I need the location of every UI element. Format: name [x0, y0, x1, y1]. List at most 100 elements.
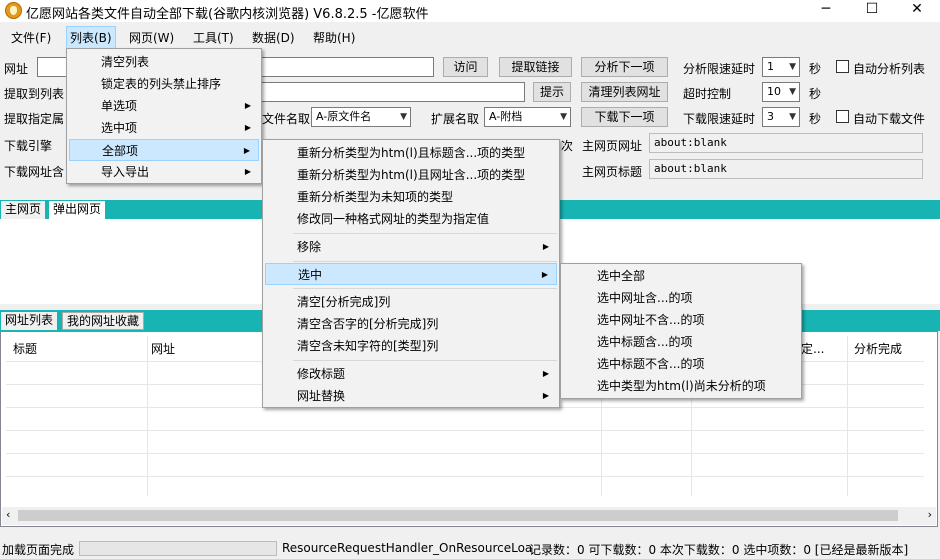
main-title-label: 主网页标题 — [582, 165, 643, 179]
menu-item-reanalyze-url[interactable]: 重新分析类型为htm(l)且网址含...项的类型 — [265, 164, 557, 186]
analyze-next-button[interactable]: 分析下一项 — [581, 57, 668, 77]
menu-item-clear-unknown-type[interactable]: 清空含未知字符的[类型]列 — [265, 335, 557, 357]
analyze-speed-select[interactable]: 1 ▼ — [762, 57, 800, 77]
scrollbar-thumb[interactable] — [18, 510, 898, 521]
menu-separator — [293, 261, 557, 262]
close-button[interactable]: ✕ — [894, 0, 940, 20]
extract-input[interactable] — [260, 82, 525, 102]
column-header-analyzed[interactable]: 分析完成 — [854, 340, 902, 357]
seconds-label: 秒 — [809, 62, 822, 76]
chevron-down-icon: ▼ — [560, 112, 567, 122]
column-header-url[interactable]: 网址 — [151, 340, 175, 357]
auto-analyze-checkbox[interactable] — [836, 60, 849, 73]
menu-help[interactable]: 帮助(H) — [313, 29, 355, 46]
menu-item-reanalyze-title[interactable]: 重新分析类型为htm(l)且标题含...项的类型 — [265, 142, 557, 164]
tab-url-list[interactable]: 网址列表 — [1, 312, 58, 330]
menu-item-lock-header[interactable]: 锁定表的列头禁止排序 — [69, 73, 259, 95]
download-speed-label: 下载限速延时 — [683, 112, 756, 126]
menu-item-clear-analyzed[interactable]: 清空[分析完成]列 — [265, 291, 557, 313]
chevron-down-icon: ▼ — [789, 112, 796, 122]
seconds-label: 秒 — [809, 87, 822, 101]
clean-list-url-button[interactable]: 清理列表网址 — [581, 82, 668, 102]
scroll-right-icon[interactable]: › — [928, 508, 932, 521]
submenu-arrow-icon: ▶ — [244, 167, 251, 176]
maximize-button[interactable]: ☐ — [849, 0, 895, 20]
menu-item-single-item[interactable]: 单选项 ▶ — [69, 95, 259, 117]
main-title-field[interactable]: about:blank — [649, 159, 923, 179]
tab-main-page[interactable]: 主网页 — [1, 201, 46, 219]
menu-data[interactable]: 数据(D) — [252, 29, 295, 46]
auto-analyze-label: 自动分析列表 — [853, 62, 926, 76]
timeout-label: 超时控制 — [683, 87, 732, 101]
chevron-down-icon: ▼ — [789, 87, 796, 97]
status-stats: 记录数：0 可下载数：0 本次下载数：0 选中项数：0 [已经是最新版本] — [529, 543, 909, 557]
menu-item-select[interactable]: 选中 ▶ — [265, 263, 557, 285]
menu-item-reanalyze-unknown[interactable]: 重新分析类型为未知项的类型 — [265, 186, 557, 208]
app-logo-icon — [5, 2, 22, 19]
extension-select[interactable]: A-附档 ▼ — [484, 107, 571, 127]
menu-item-select-title-contains[interactable]: 选中标题含...的项 — [563, 331, 799, 353]
status-text: 加载页面完成 — [2, 543, 75, 557]
menu-separator — [293, 233, 557, 234]
extension-label: 扩展名取 — [431, 112, 480, 126]
menu-list[interactable]: 列表(B) — [66, 26, 116, 49]
select-submenu: 选中全部 选中网址含...的项 选中网址不含...的项 选中标题含...的项 选… — [560, 263, 802, 399]
menu-item-selected-items[interactable]: 选中项 ▶ — [69, 117, 259, 139]
menu-item-select-all[interactable]: 选中全部 — [563, 265, 799, 287]
submenu-arrow-icon: ▶ — [244, 101, 251, 110]
filename-label: 文件名取 — [262, 112, 311, 126]
submenu-arrow-icon: ▶ — [542, 242, 549, 251]
minimize-button[interactable]: ─ — [803, 0, 849, 20]
menu-item-clear-no-analyzed[interactable]: 清空含否字的[分析完成]列 — [265, 313, 557, 335]
horizontal-scrollbar[interactable]: ‹ › — [2, 507, 936, 525]
menu-web[interactable]: 网页(W) — [129, 29, 174, 46]
tip-button[interactable]: 提示 — [533, 82, 571, 102]
filename-select[interactable]: A-原文件名 ▼ — [311, 107, 411, 127]
scroll-left-icon[interactable]: ‹ — [6, 508, 10, 521]
extract-attr-label: 提取指定属 — [4, 112, 65, 126]
url-label: 网址 — [4, 62, 29, 76]
visit-button[interactable]: 访问 — [443, 57, 488, 77]
auto-download-label: 自动下载文件 — [853, 112, 926, 126]
menu-item-remove[interactable]: 移除 ▶ — [265, 236, 557, 258]
grid-line — [6, 430, 924, 431]
analyze-speed-label: 分析限速延时 — [683, 62, 756, 76]
auto-download-checkbox[interactable] — [836, 110, 849, 123]
menu-item-all-items[interactable]: 全部项 ▶ — [69, 139, 259, 161]
partial-text: 次 — [561, 139, 574, 153]
menu-item-modify-title[interactable]: 修改标题 ▶ — [265, 363, 557, 385]
chevron-down-icon: ▼ — [789, 62, 796, 72]
column-header-title[interactable]: 标题 — [13, 340, 37, 357]
column-header-setting[interactable]: 定... — [801, 340, 824, 357]
main-url-field[interactable]: about:blank — [649, 133, 923, 153]
chevron-down-icon: ▼ — [400, 112, 407, 122]
tab-my-favorites[interactable]: 我的网址收藏 — [62, 312, 145, 330]
menu-file[interactable]: 文件(F) — [11, 29, 51, 46]
submenu-arrow-icon: ▶ — [541, 270, 548, 279]
menu-separator — [293, 288, 557, 289]
grid-line — [147, 336, 148, 496]
menu-item-select-htm-unanalyzed[interactable]: 选中类型为htm(l)尚未分析的项 — [563, 375, 799, 397]
menu-item-clear-list[interactable]: 清空列表 — [69, 51, 259, 73]
submenu-arrow-icon: ▶ — [542, 391, 549, 400]
menu-item-select-url-not-contains[interactable]: 选中网址不含...的项 — [563, 309, 799, 331]
submenu-arrow-icon: ▶ — [542, 369, 549, 378]
menu-item-select-url-contains[interactable]: 选中网址含...的项 — [563, 287, 799, 309]
progress-bar — [79, 541, 277, 556]
timeout-select[interactable]: 10 ▼ — [762, 82, 800, 102]
extract-to-list-label: 提取到列表 — [4, 87, 65, 101]
extract-links-button[interactable]: 提取链接 — [499, 57, 572, 77]
menu-item-select-title-not-contains[interactable]: 选中标题不含...的项 — [563, 353, 799, 375]
download-speed-select[interactable]: 3 ▼ — [762, 107, 800, 127]
menu-item-modify-type[interactable]: 修改同一种格式网址的类型为指定值 — [265, 208, 557, 230]
status-message: ResourceRequestHandler_OnResourceLoa — [282, 541, 533, 555]
menu-item-url-replace[interactable]: 网址替换 ▶ — [265, 385, 557, 407]
download-next-button[interactable]: 下载下一项 — [581, 107, 668, 127]
tab-popup-page[interactable]: 弹出网页 — [49, 201, 106, 219]
window-title: 亿愿网站各类文件自动全部下载(谷歌内核浏览器) V6.8.2.5 -亿愿软件 — [26, 7, 429, 22]
status-bar: 加载页面完成 ResourceRequestHandler_OnResource… — [0, 540, 940, 559]
menu-tools[interactable]: 工具(T) — [193, 29, 234, 46]
list-menu: 清空列表 锁定表的列头禁止排序 单选项 ▶ 选中项 ▶ 全部项 ▶ 导入导出 ▶ — [66, 48, 262, 184]
menu-item-import-export[interactable]: 导入导出 ▶ — [69, 161, 259, 183]
all-items-submenu: 重新分析类型为htm(l)且标题含...项的类型 重新分析类型为htm(l)且网… — [262, 139, 560, 408]
